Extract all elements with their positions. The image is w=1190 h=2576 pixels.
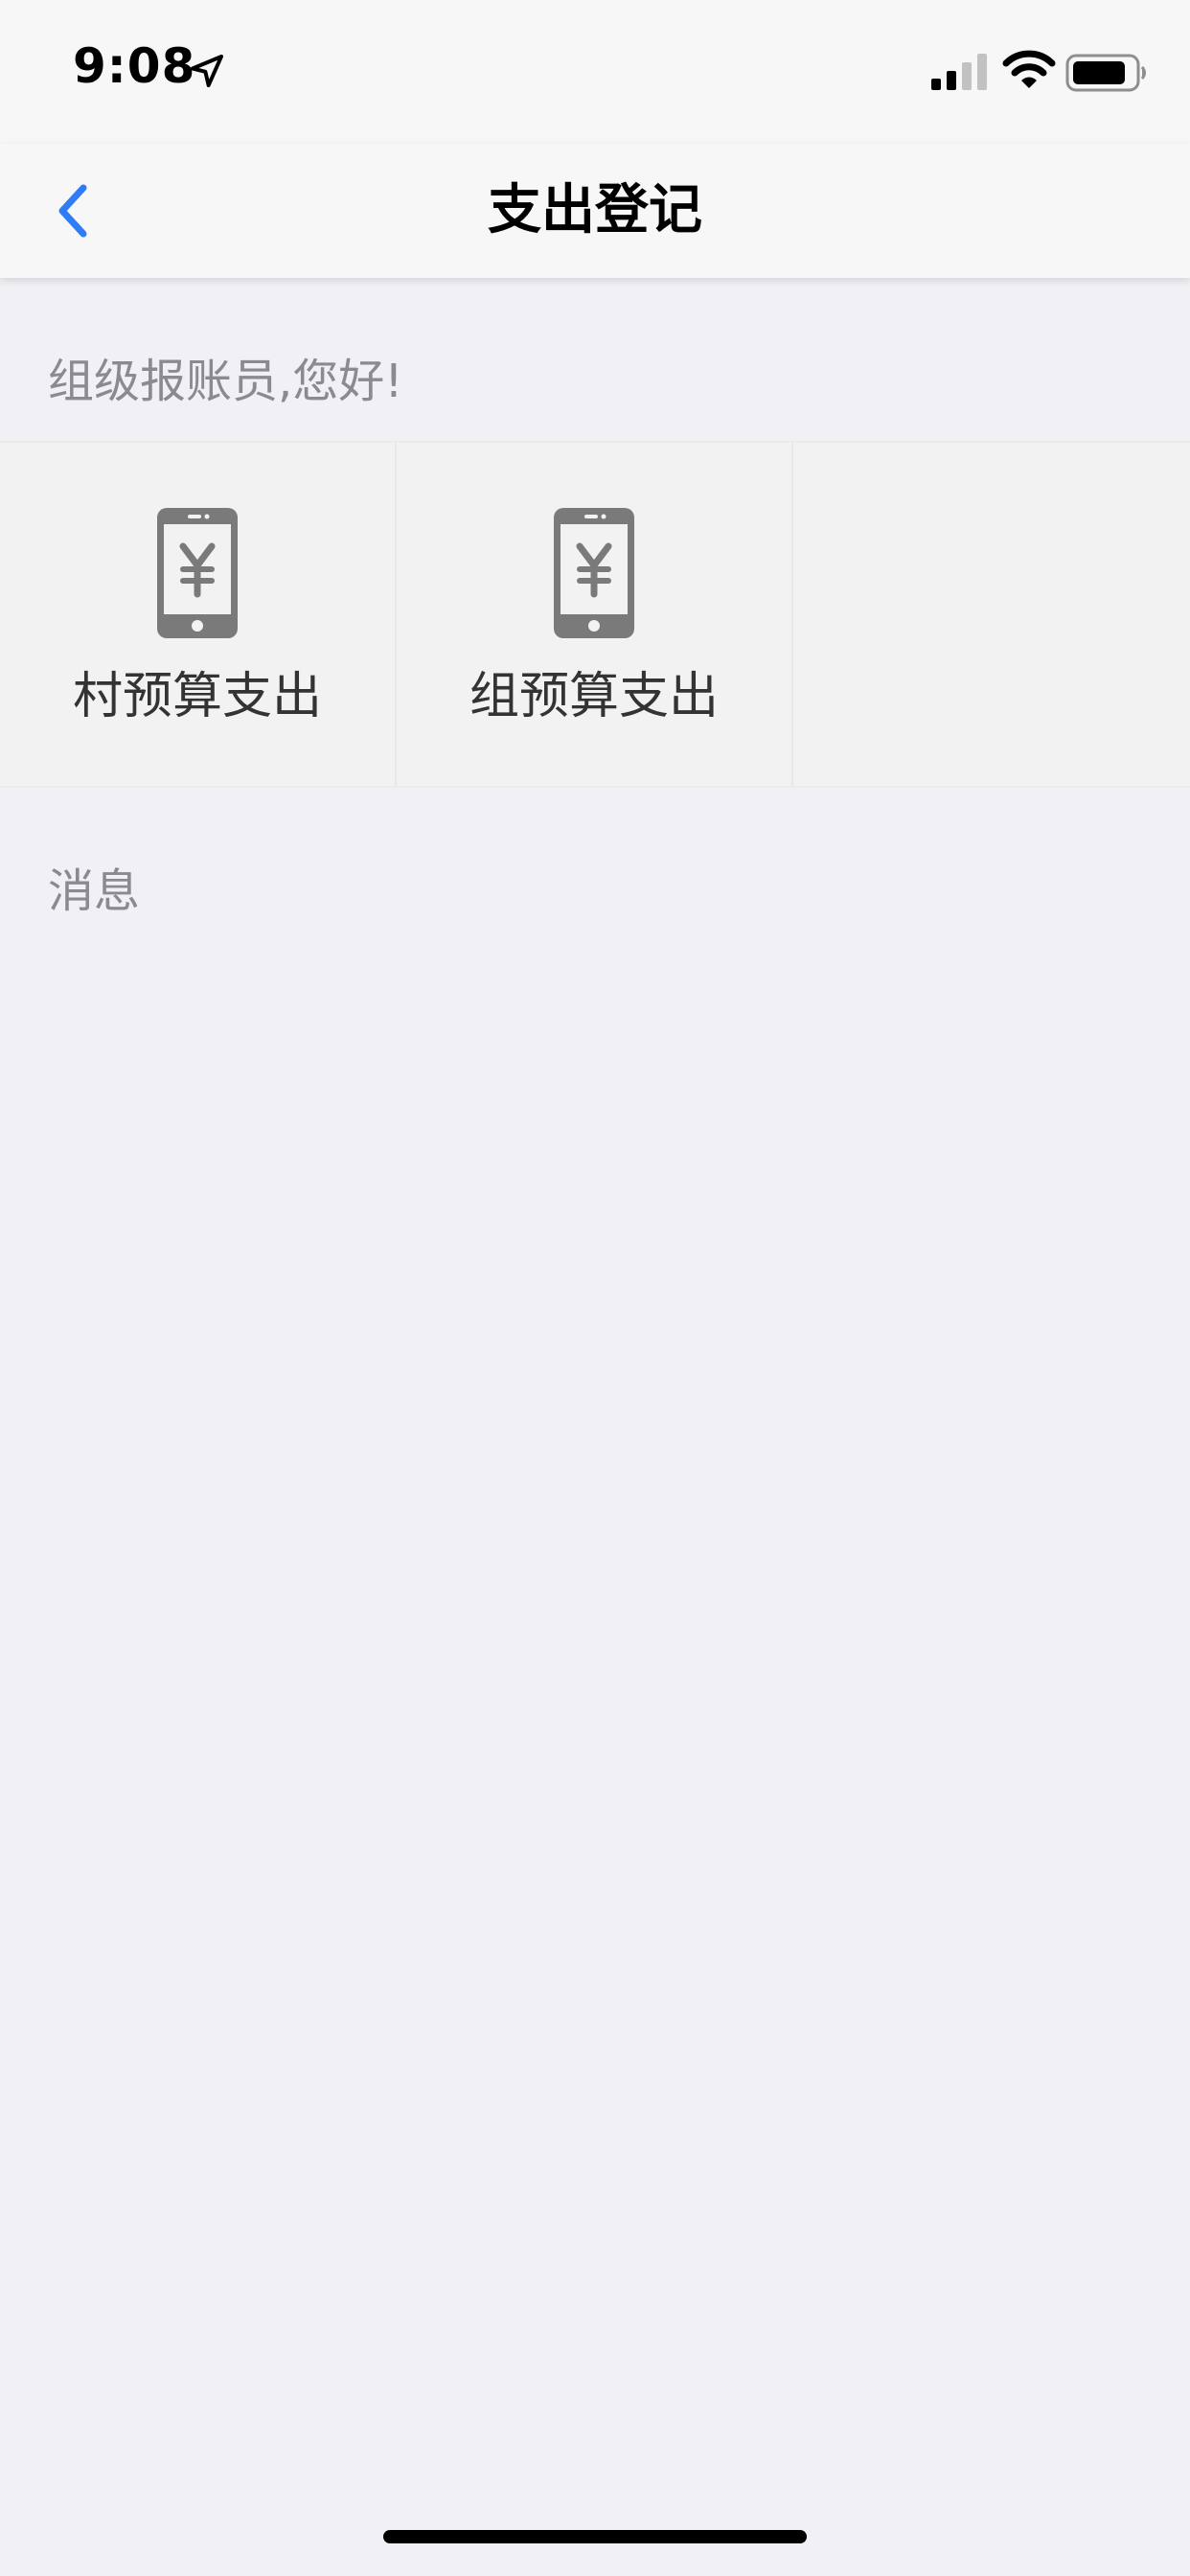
- group-budget-expense-button[interactable]: 组预算支出: [397, 443, 793, 786]
- phone-yen-icon: [157, 508, 238, 638]
- messages-section-title: 消息: [48, 864, 141, 918]
- village-budget-expense-button[interactable]: 村预算支出: [0, 443, 397, 786]
- grid-empty-cell: [793, 443, 1190, 786]
- location-icon: [191, 55, 223, 87]
- grid-item-label: 村预算支出: [72, 668, 322, 725]
- grid-item-label: 组预算支出: [469, 668, 719, 725]
- status-bar: 9:08: [0, 0, 1190, 144]
- function-grid: 村预算支出 组预算支出: [0, 441, 1190, 788]
- battery-icon: [1065, 54, 1146, 92]
- greeting-text: 组级报账员,您好!: [48, 355, 403, 408]
- page-title: 支出登记: [488, 179, 702, 242]
- nav-bar: 支出登记: [0, 144, 1190, 278]
- wifi-icon: [1002, 50, 1056, 88]
- phone-yen-icon: [554, 508, 634, 638]
- status-time: 9:08: [73, 38, 196, 94]
- home-indicator[interactable]: [383, 2530, 807, 2543]
- signal-icon: [931, 54, 987, 90]
